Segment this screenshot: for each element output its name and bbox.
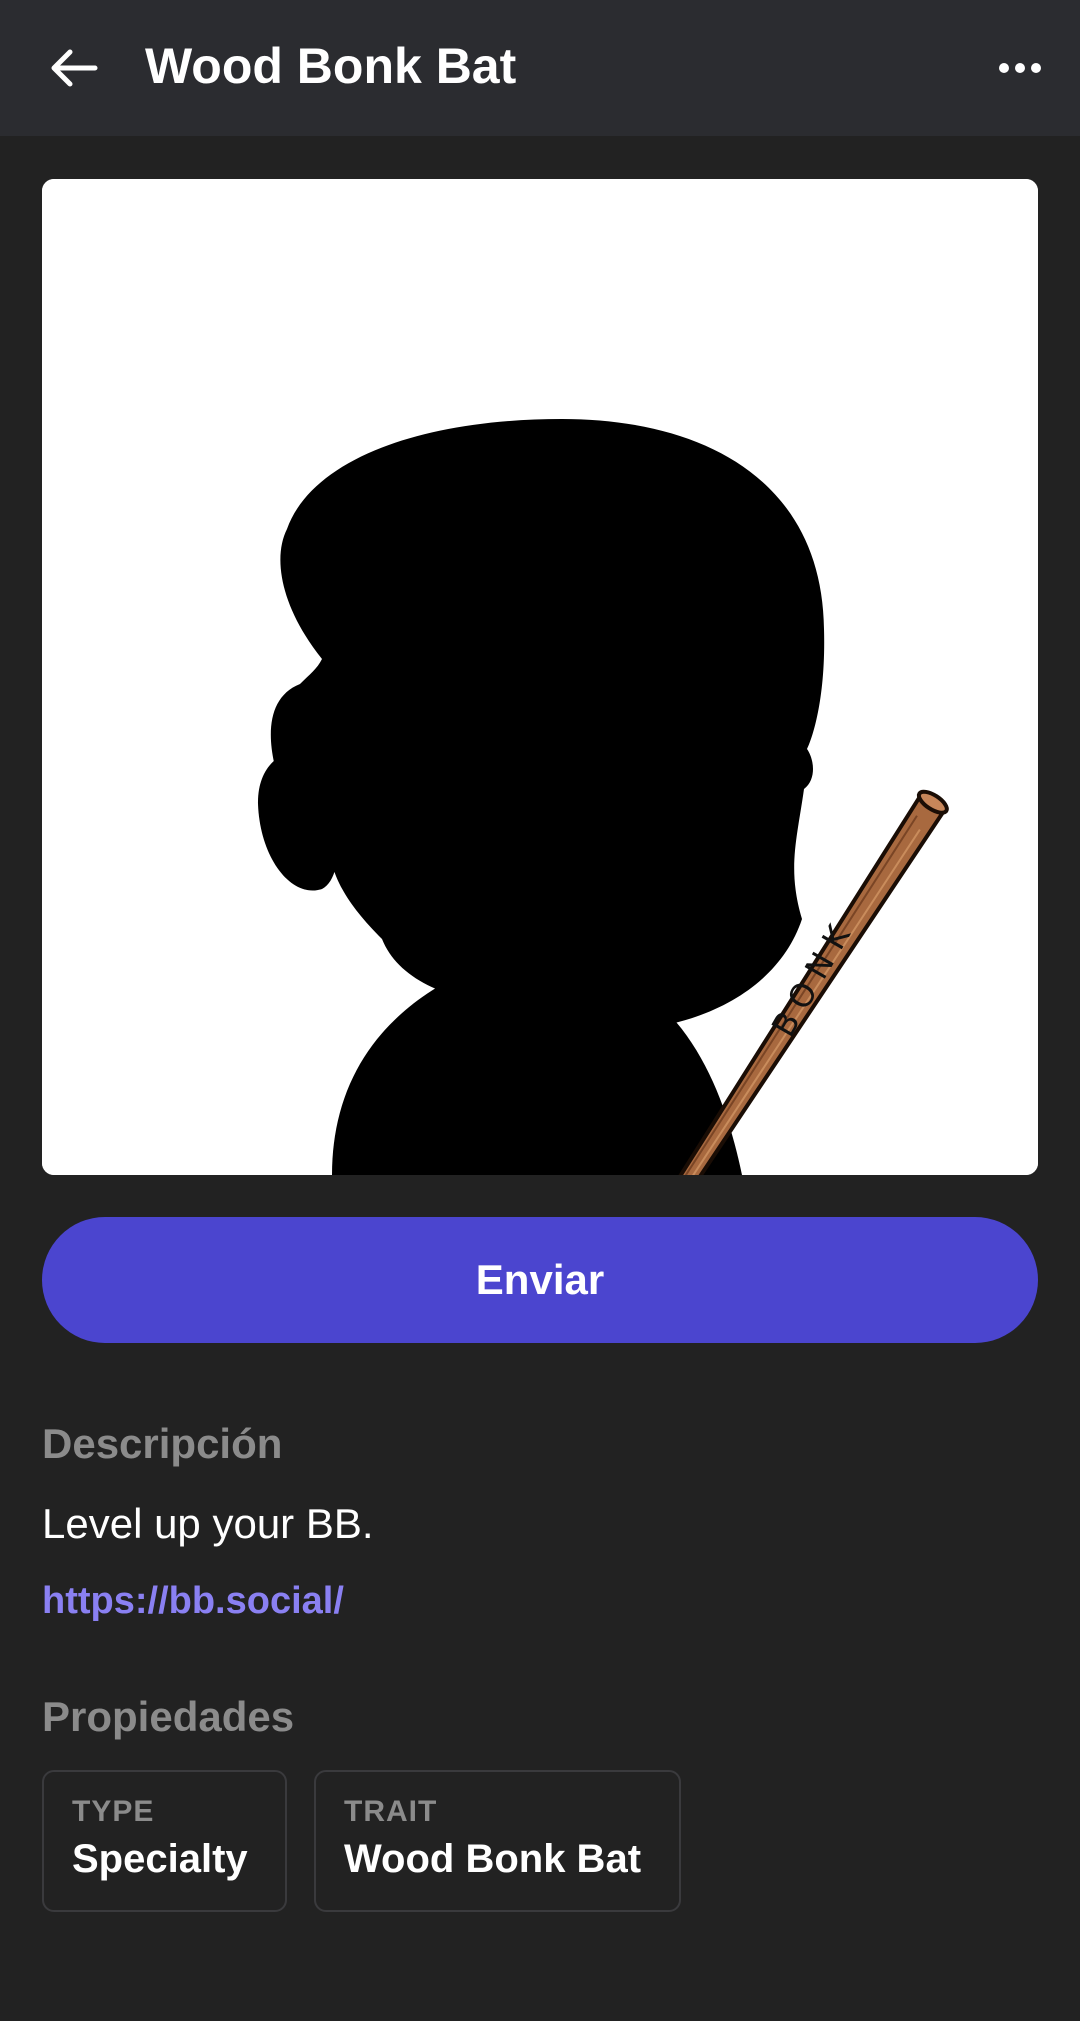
more-horizontal-icon bbox=[999, 63, 1041, 73]
property-key: TRAIT bbox=[344, 1795, 438, 1828]
property-key: TYPE bbox=[72, 1795, 155, 1828]
arrow-left-icon bbox=[51, 49, 98, 87]
property-value: Wood Bonk Bat bbox=[344, 1837, 642, 1881]
top-app-bar: Wood Bonk Bat bbox=[0, 0, 1080, 136]
properties-heading: Propiedades bbox=[42, 1693, 295, 1740]
property-card-trait: TRAIT Wood Bonk Bat bbox=[314, 1770, 681, 1912]
nft-detail-screen: Wood Bonk Bat BONK Enviar Descripción Le… bbox=[0, 0, 1080, 2021]
external-link[interactable]: https://bb.social/ bbox=[42, 1577, 344, 1625]
more-options-button[interactable] bbox=[990, 38, 1050, 98]
description-text: Level up your BB. bbox=[42, 1500, 374, 1547]
property-card-type: TYPE Specialty bbox=[42, 1770, 287, 1912]
back-button[interactable] bbox=[40, 38, 106, 98]
page-title: Wood Bonk Bat bbox=[145, 38, 517, 94]
description-heading: Descripción bbox=[42, 1420, 283, 1467]
silhouette-with-bat-image: BONK bbox=[42, 179, 1038, 1175]
nft-artwork[interactable]: BONK bbox=[42, 179, 1038, 1175]
send-button[interactable]: Enviar bbox=[42, 1217, 1038, 1343]
property-value: Specialty bbox=[72, 1837, 248, 1881]
